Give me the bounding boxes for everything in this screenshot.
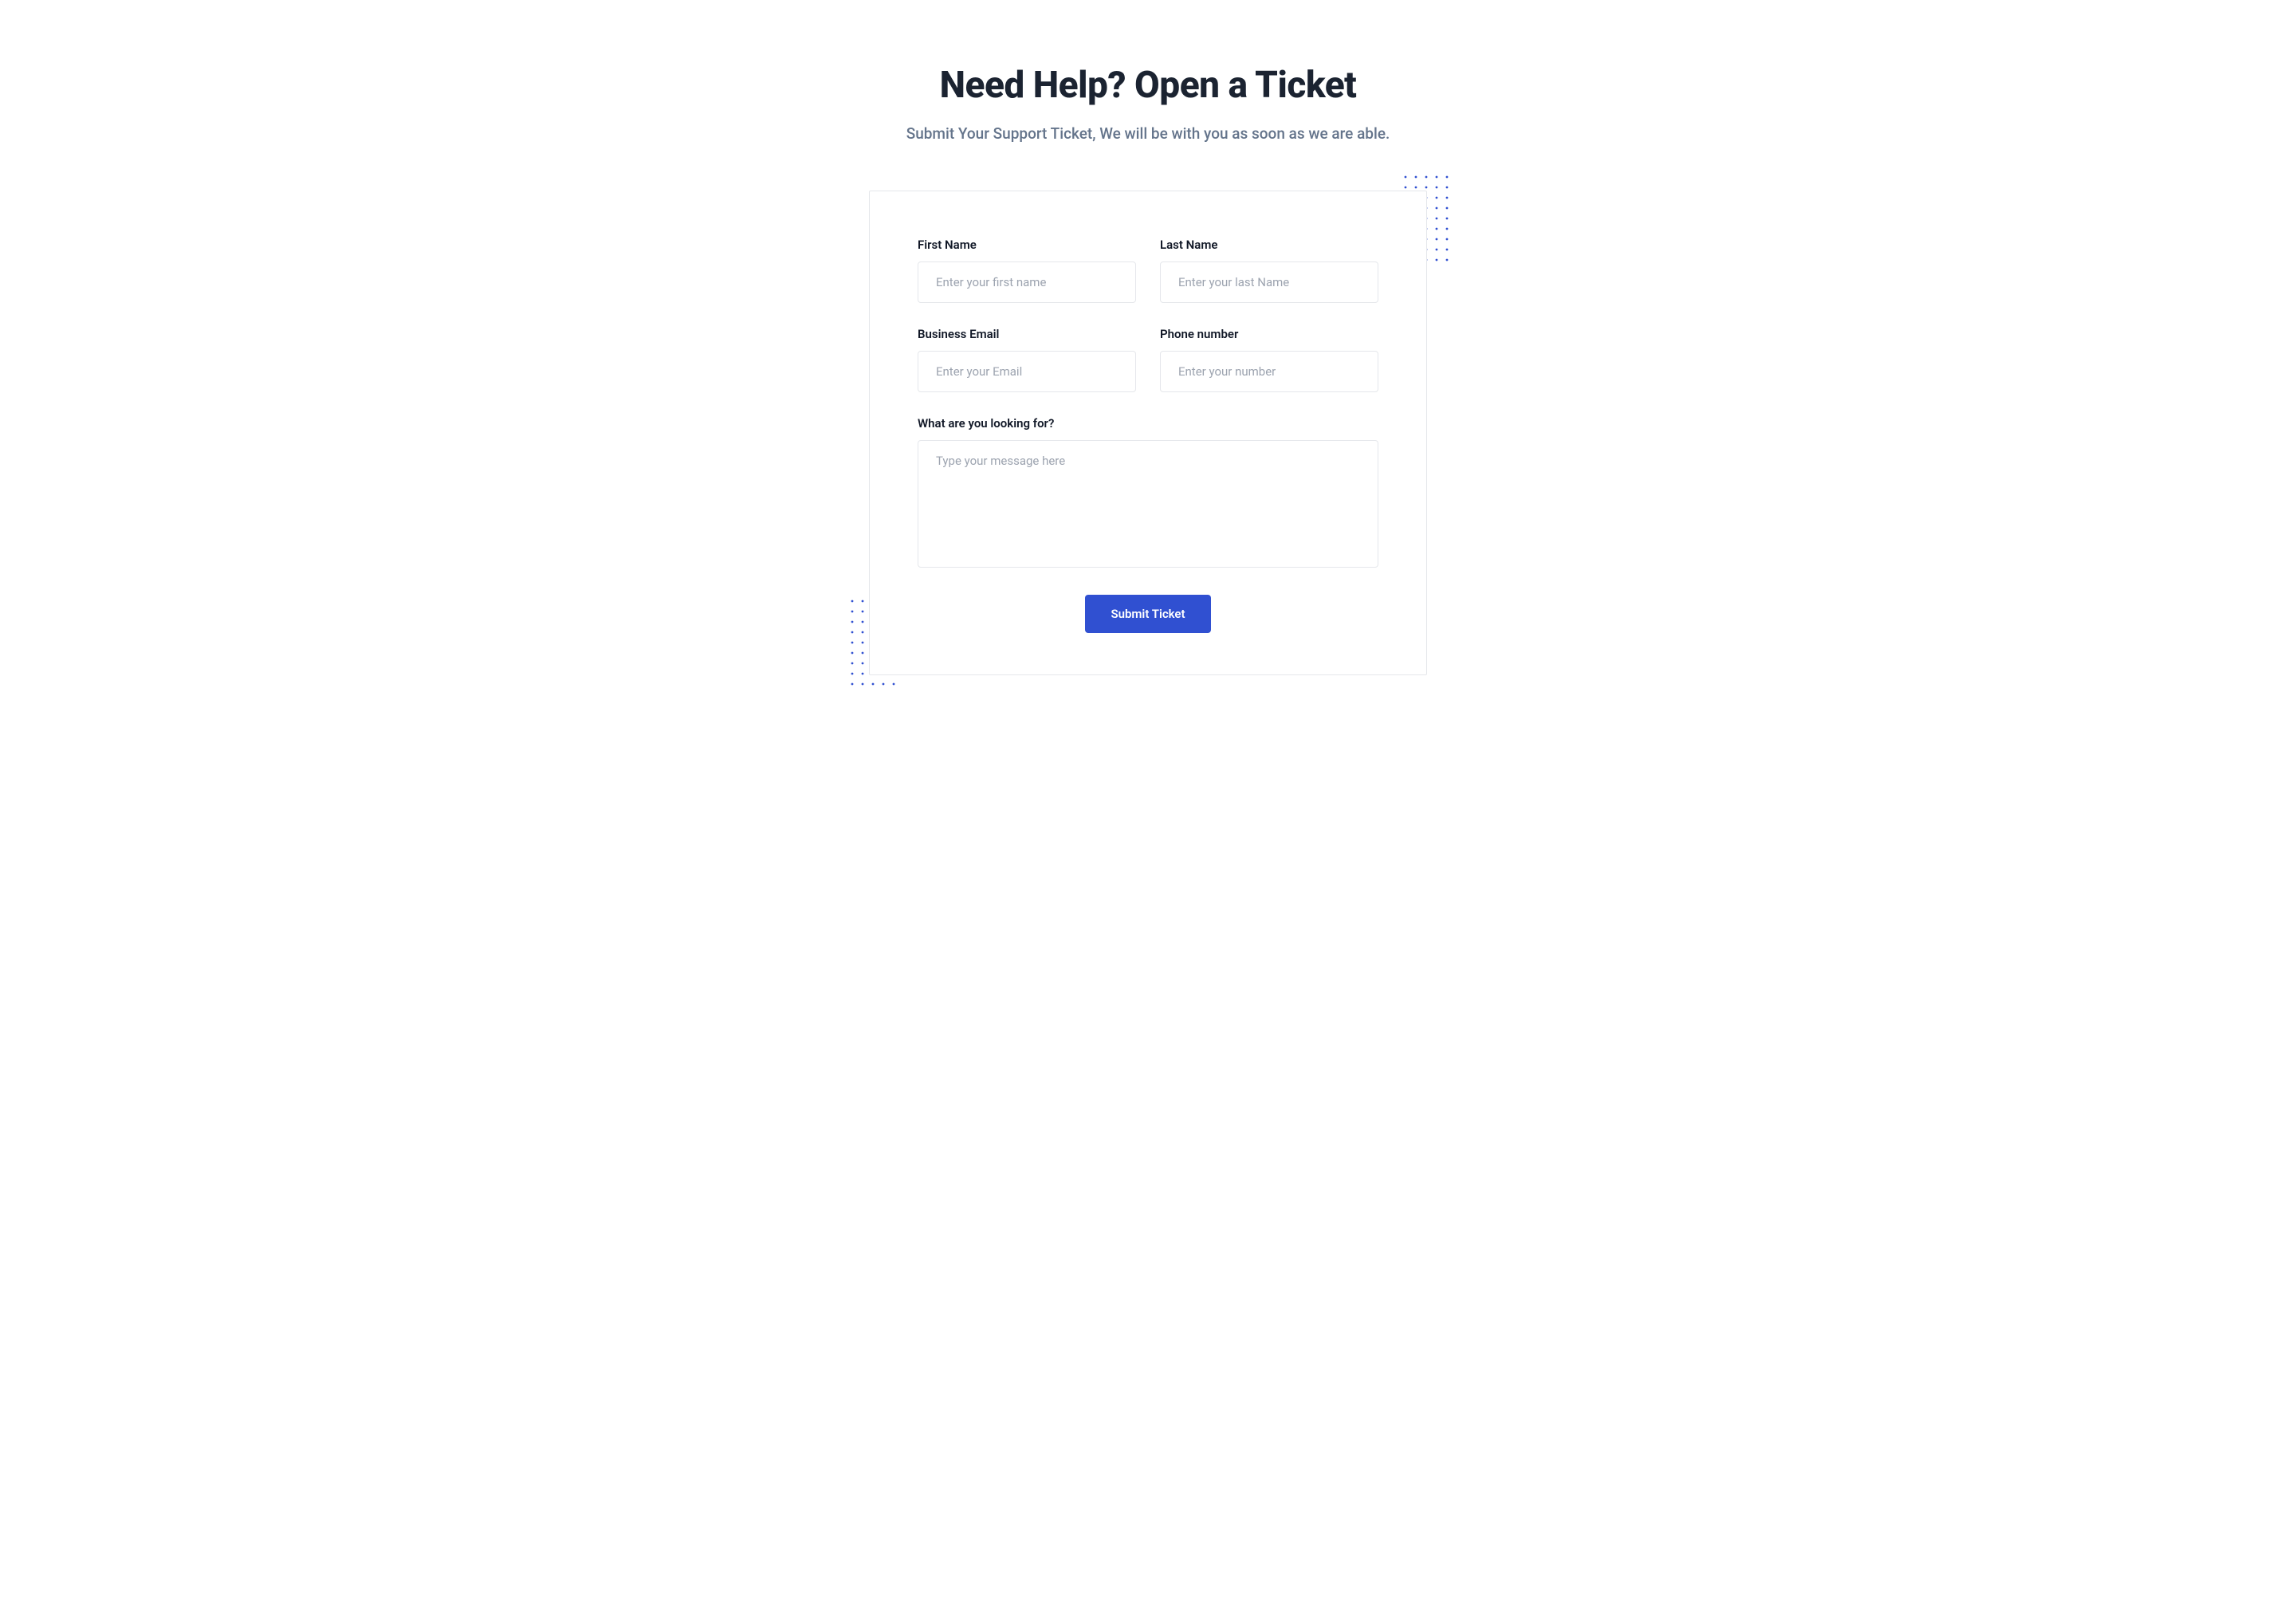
first-name-input[interactable] [918, 261, 1136, 303]
last-name-field-group: Last Name [1160, 238, 1378, 303]
message-textarea[interactable] [918, 440, 1378, 568]
page-title: Need Help? Open a Ticket [574, 64, 1722, 107]
first-name-field-group: First Name [918, 238, 1136, 303]
support-ticket-form: First Name Last Name Business Email Phon… [869, 191, 1427, 675]
first-name-label: First Name [918, 238, 1136, 252]
page-header: Need Help? Open a Ticket Submit Your Sup… [574, 64, 1722, 143]
submit-ticket-button[interactable]: Submit Ticket [1085, 595, 1210, 633]
email-input[interactable] [918, 351, 1136, 392]
phone-input[interactable] [1160, 351, 1378, 392]
email-label: Business Email [918, 327, 1136, 341]
last-name-label: Last Name [1160, 238, 1378, 252]
message-field-group: What are you looking for? [918, 416, 1378, 571]
email-field-group: Business Email [918, 327, 1136, 392]
phone-label: Phone number [1160, 327, 1378, 341]
page-subtitle: Submit Your Support Ticket, We will be w… [574, 124, 1722, 143]
message-label: What are you looking for? [918, 416, 1378, 431]
phone-field-group: Phone number [1160, 327, 1378, 392]
last-name-input[interactable] [1160, 261, 1378, 303]
